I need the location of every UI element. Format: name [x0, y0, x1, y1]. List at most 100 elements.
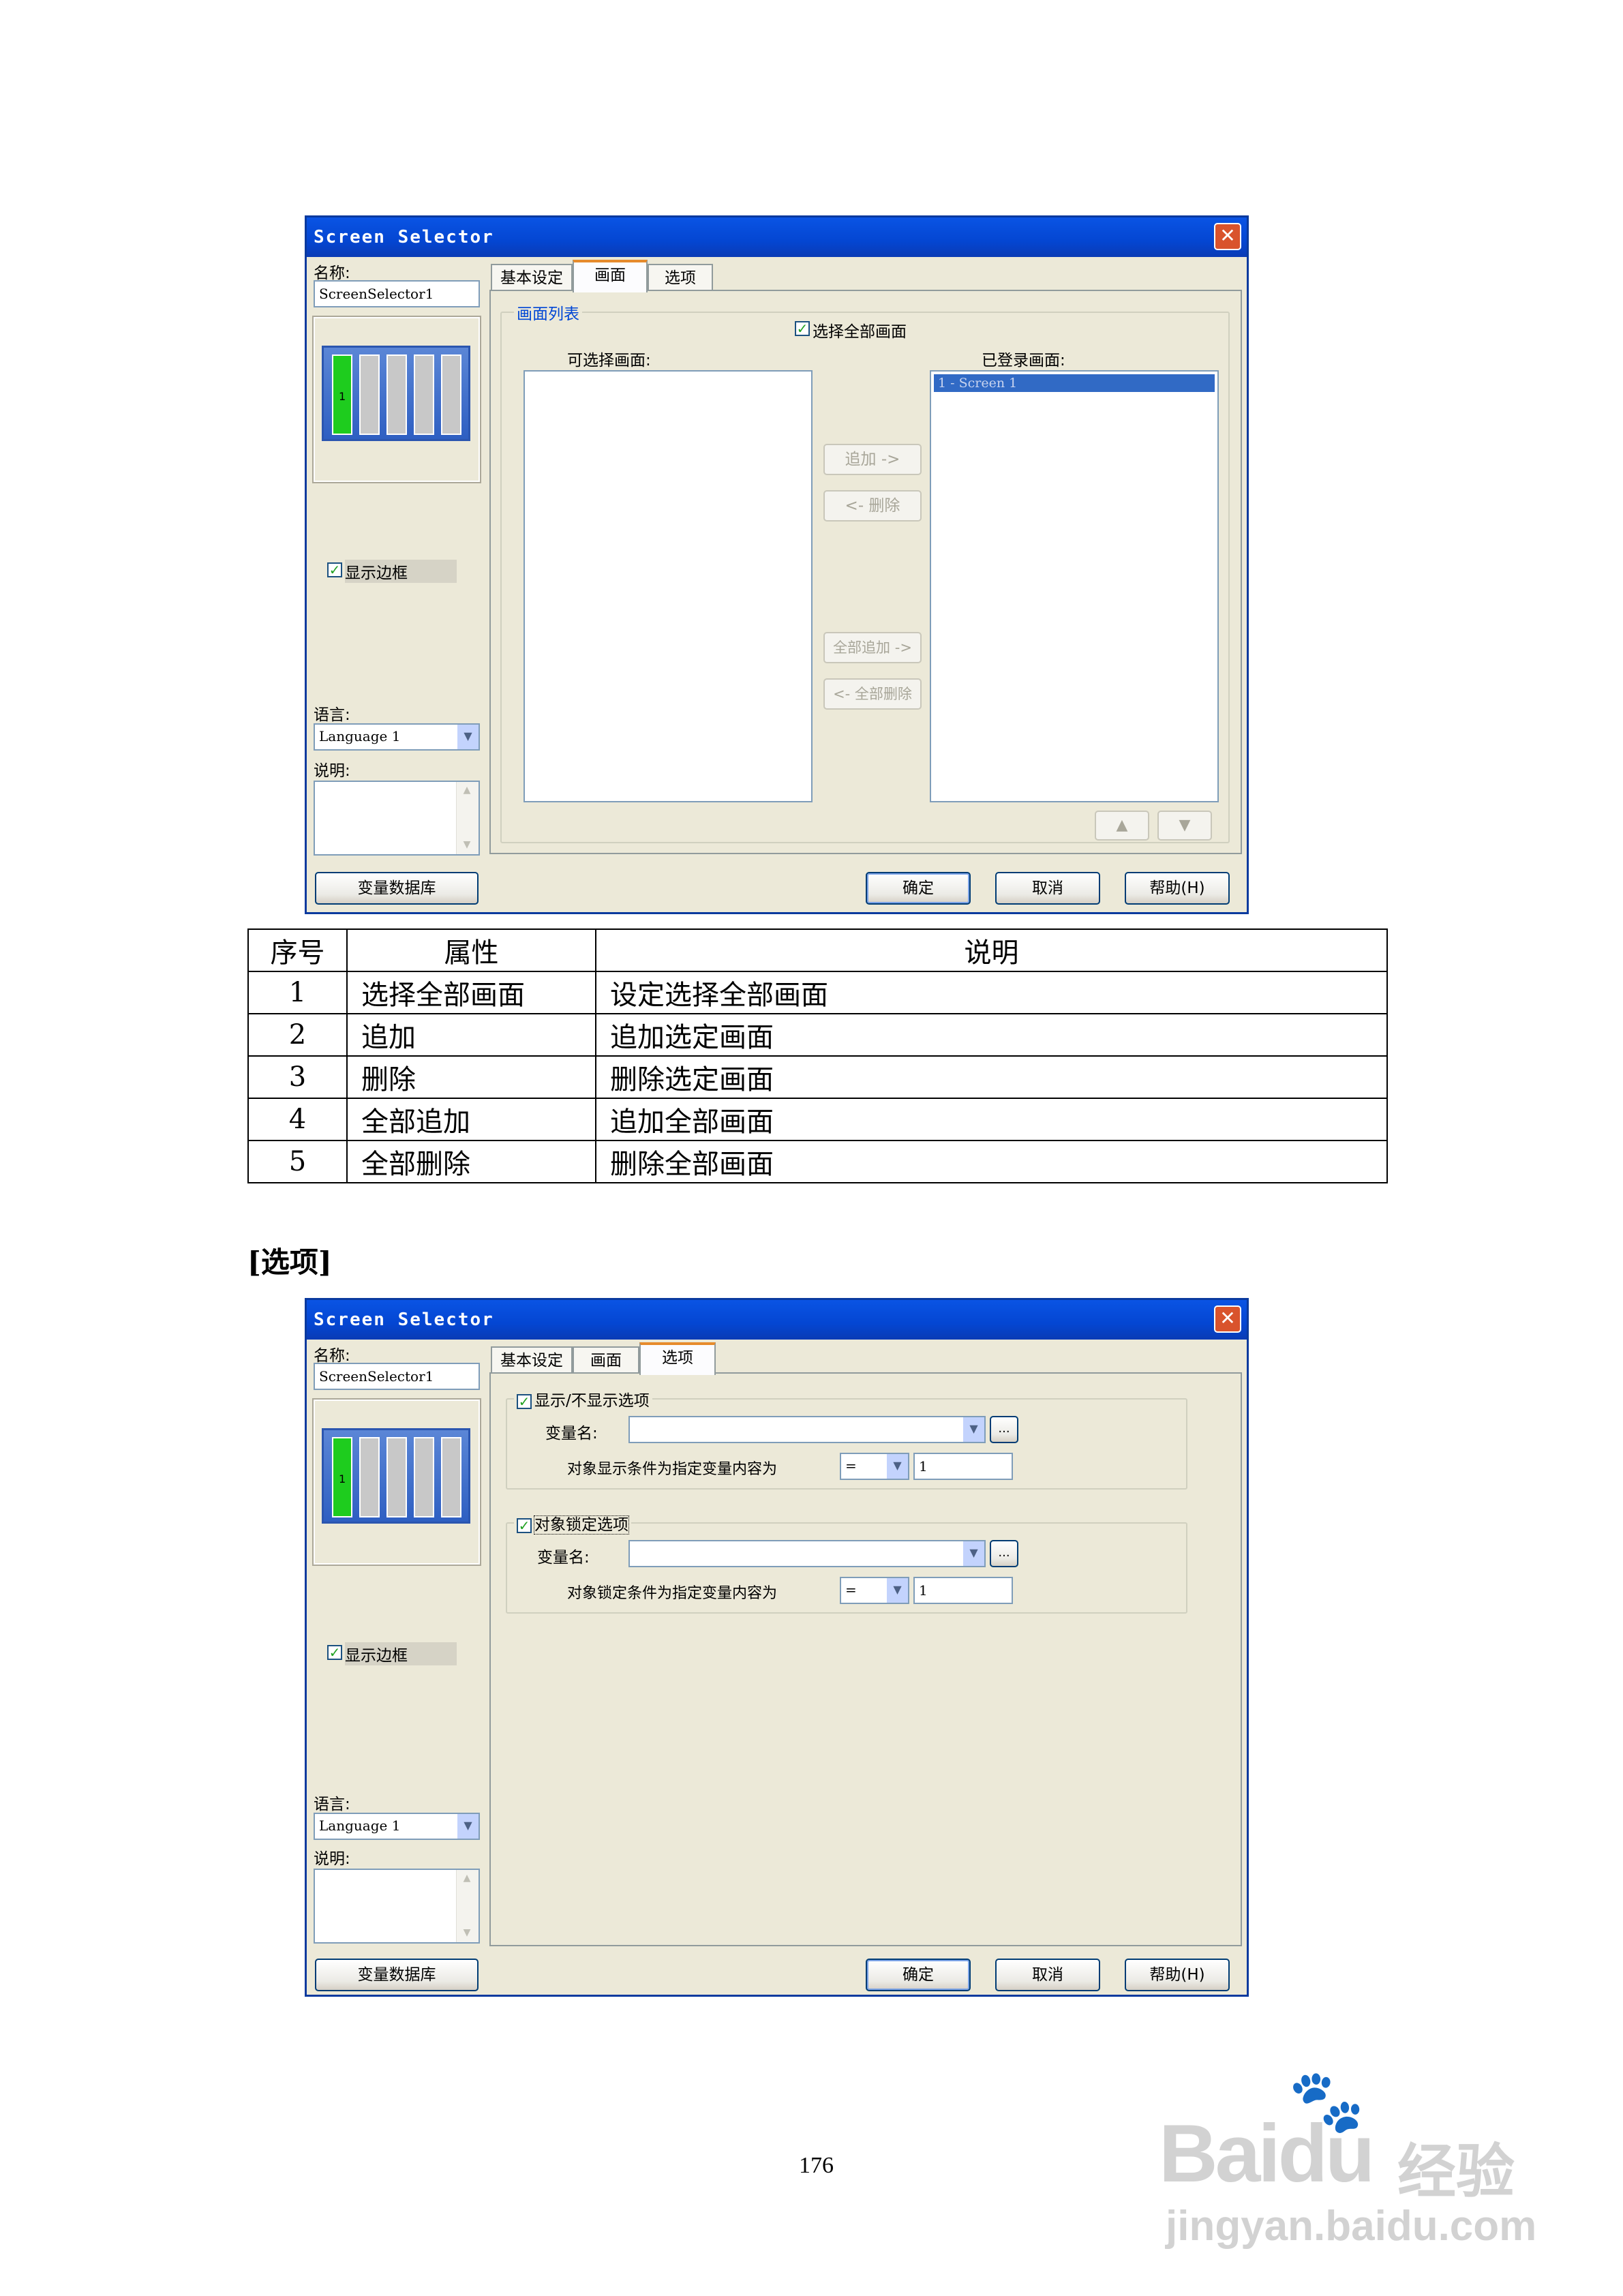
variable-database-button[interactable]: 变量数据库	[315, 872, 479, 905]
show-border-label: 显示边框	[345, 560, 457, 583]
variable-database-button[interactable]: 变量数据库	[315, 1959, 479, 1991]
tab-panel: ✓ 显示/不显示选项 变量名: ▼ ... 对象显示条件为指定变量内容为 = ▼ …	[489, 1372, 1242, 1946]
move-up-button[interactable]: ▲	[1095, 811, 1149, 841]
lock-options-checkbox[interactable]: ✓	[517, 1517, 532, 1533]
registered-screens-list[interactable]: 1 - Screen 1	[930, 370, 1219, 802]
cancel-button[interactable]: 取消	[995, 872, 1100, 905]
visibility-value-field[interactable]: 1	[913, 1453, 1013, 1480]
row-description: 追加选定画面	[595, 1013, 1388, 1057]
help-button[interactable]: 帮助(H)	[1125, 1959, 1230, 1991]
preview-cell-label: 1	[339, 390, 346, 403]
table-row: 1 选择全部画面 设定选择全部画面	[247, 971, 1388, 1014]
available-screens-list[interactable]	[524, 370, 813, 802]
visibility-options-checkbox[interactable]: ✓	[517, 1393, 532, 1409]
delete-button[interactable]: <- 删除	[823, 490, 922, 522]
visibility-operator-value: =	[845, 1457, 857, 1474]
close-icon[interactable]: ✕	[1214, 223, 1241, 250]
row-property: 追加	[346, 1013, 596, 1057]
object-preview: 1	[312, 1398, 481, 1566]
page-number: 176	[799, 2153, 834, 2178]
tab-options[interactable]: 选项	[648, 264, 713, 291]
ok-button[interactable]: 确定	[866, 1959, 971, 1991]
watermark-cn: 经验	[1397, 2138, 1515, 2206]
help-button[interactable]: 帮助(H)	[1125, 872, 1230, 905]
row-index: 3	[247, 1055, 348, 1099]
row-property: 删除	[346, 1055, 596, 1099]
chevron-down-icon[interactable]: ▼	[457, 725, 479, 749]
dialog-title: Screen Selector	[307, 1300, 1247, 1340]
show-border-checkbox[interactable]: ✓	[327, 1645, 342, 1660]
cancel-button[interactable]: 取消	[995, 1959, 1100, 1991]
note-scrollbar[interactable]: ▲ ▼	[456, 1870, 479, 1942]
screen-selector-dialog-screens: Screen Selector ✕ 名称: ScreenSelector1 1 …	[305, 215, 1249, 914]
row-index: 2	[247, 1013, 348, 1057]
table-row: 3 删除 删除选定画面	[247, 1055, 1388, 1099]
screen-list-group-title: 画面列表	[514, 301, 582, 324]
ok-button[interactable]: 确定	[866, 872, 971, 905]
property-table: 序号 属性 说明 1 选择全部画面 设定选择全部画面 2 追加 追加选定画面 3…	[247, 928, 1388, 1183]
chevron-down-icon[interactable]: ▼	[962, 1541, 984, 1566]
screen-selector-preview-image: 1	[322, 346, 470, 441]
tab-screens[interactable]: 画面	[573, 260, 648, 292]
list-item[interactable]: 1 - Screen 1	[934, 374, 1215, 392]
language-select[interactable]: Language 1 ▼	[314, 1813, 480, 1840]
visibility-operator-select[interactable]: = ▼	[840, 1453, 909, 1480]
note-textarea[interactable]: ▲ ▼	[314, 781, 480, 856]
note-label: 说明:	[314, 762, 350, 780]
chevron-down-icon[interactable]: ▼	[457, 1814, 479, 1839]
row-index: 4	[247, 1098, 348, 1141]
tab-options[interactable]: 选项	[639, 1342, 716, 1375]
lock-operator-select[interactable]: = ▼	[840, 1577, 909, 1604]
header-description: 说明	[595, 928, 1388, 972]
row-description: 删除选定画面	[595, 1055, 1388, 1099]
show-border-checkbox[interactable]: ✓	[327, 562, 342, 577]
select-all-checkbox[interactable]: ✓	[795, 321, 810, 336]
lock-variable-label: 变量名:	[537, 1549, 590, 1567]
delete-all-button[interactable]: <- 全部删除	[823, 678, 922, 710]
row-index: 5	[247, 1140, 348, 1183]
table-row: 2 追加 追加选定画面	[247, 1013, 1388, 1057]
visibility-browse-button[interactable]: ...	[990, 1416, 1018, 1443]
language-value: Language 1	[319, 1817, 401, 1834]
watermark-brand: Bai	[1159, 2108, 1281, 2199]
lock-variable-select[interactable]: ▼	[628, 1540, 986, 1567]
registered-screens-label: 已登录画面:	[982, 352, 1065, 369]
tab-screens[interactable]: 画面	[573, 1346, 639, 1374]
lock-value-field[interactable]: 1	[913, 1577, 1013, 1604]
row-description: 删除全部画面	[595, 1140, 1388, 1183]
add-button[interactable]: 追加 ->	[823, 444, 922, 475]
tab-basic[interactable]: 基本设定	[491, 264, 573, 291]
language-select[interactable]: Language 1 ▼	[314, 723, 480, 751]
row-description: 追加全部画面	[595, 1098, 1388, 1141]
lock-browse-button[interactable]: ...	[990, 1540, 1018, 1567]
move-down-button[interactable]: ▼	[1157, 811, 1212, 841]
tab-basic[interactable]: 基本设定	[491, 1346, 573, 1374]
add-all-button[interactable]: 全部追加 ->	[823, 632, 922, 663]
language-label: 语言:	[314, 1796, 350, 1813]
baidu-watermark: 🐾 Baidu 经验 jingyan.baidu.com	[1159, 2066, 1568, 2270]
row-property: 全部删除	[346, 1140, 596, 1183]
chevron-down-icon[interactable]: ▼	[886, 1454, 908, 1479]
note-textarea[interactable]: ▲ ▼	[314, 1869, 480, 1944]
name-field[interactable]: ScreenSelector1	[314, 280, 480, 307]
chevron-down-icon[interactable]: ▼	[886, 1578, 908, 1603]
preview-cell-label: 1	[339, 1472, 346, 1485]
lock-options-label: 对象锁定选项	[534, 1515, 629, 1535]
chevron-down-icon[interactable]: ▼	[962, 1417, 984, 1442]
table-row: 4 全部追加 追加全部画面	[247, 1098, 1388, 1141]
section-heading: [选项]	[247, 1245, 332, 1279]
name-label: 名称:	[314, 1347, 350, 1365]
name-field[interactable]: ScreenSelector1	[314, 1363, 480, 1390]
visibility-options-label: 显示/不显示选项	[534, 1392, 650, 1410]
note-scrollbar[interactable]: ▲ ▼	[456, 782, 479, 854]
screen-selector-preview-image: 1	[322, 1428, 470, 1524]
lock-operator-value: =	[845, 1582, 857, 1598]
language-value: Language 1	[319, 728, 401, 744]
visibility-condition-label: 对象显示条件为指定变量内容为	[567, 1461, 778, 1478]
lock-options-title: ✓ 对象锁定选项	[514, 1511, 631, 1535]
close-icon[interactable]: ✕	[1214, 1305, 1241, 1333]
table-header-row: 序号 属性 说明	[247, 928, 1388, 972]
lock-condition-label: 对象锁定条件为指定变量内容为	[567, 1585, 778, 1602]
visibility-variable-select[interactable]: ▼	[628, 1416, 986, 1443]
header-property: 属性	[346, 928, 596, 972]
